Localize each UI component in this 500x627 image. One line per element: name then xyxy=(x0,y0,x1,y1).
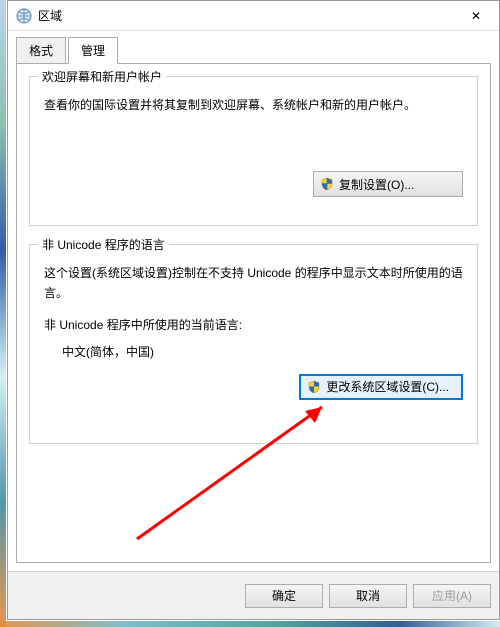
change-system-locale-label: 更改系统区域设置(C)... xyxy=(326,378,449,395)
background-bottom-strip xyxy=(0,621,500,627)
region-dialog: 区域 ✕ 格式 管理 欢迎屏幕和新用户帐户 查看你的国际设置并将其复制到欢迎屏幕… xyxy=(7,0,500,620)
tab-panel: 欢迎屏幕和新用户帐户 查看你的国际设置并将其复制到欢迎屏幕、系统帐户和新的用户帐… xyxy=(16,64,491,563)
apply-label: 应用(A) xyxy=(432,587,472,604)
current-language-value: 中文(简体，中国) xyxy=(62,343,463,360)
titlebar: 区域 ✕ xyxy=(8,1,499,31)
cancel-label: 取消 xyxy=(356,587,380,604)
welcome-screen-group-label: 欢迎屏幕和新用户帐户 xyxy=(38,68,166,85)
non-unicode-desc: 这个设置(系统区域设置)控制在不支持 Unicode 的程序中显示文本时所使用的… xyxy=(44,263,463,304)
current-language-label: 非 Unicode 程序中所使用的当前语言: xyxy=(44,316,463,333)
window-title: 区域 xyxy=(38,7,453,24)
dialog-button-bar: 确定 取消 应用(A) xyxy=(8,571,499,619)
tab-administrative[interactable]: 管理 xyxy=(68,37,118,64)
tab-format[interactable]: 格式 xyxy=(16,37,66,64)
tab-format-label: 格式 xyxy=(29,44,53,58)
ok-button[interactable]: 确定 xyxy=(245,584,323,608)
shield-icon xyxy=(320,177,334,191)
welcome-screen-desc: 查看你的国际设置并将其复制到欢迎屏幕、系统帐户和新的用户帐户。 xyxy=(44,95,463,115)
globe-icon xyxy=(16,8,32,24)
change-system-locale-button[interactable]: 更改系统区域设置(C)... xyxy=(299,374,463,400)
copy-settings-label: 复制设置(O)... xyxy=(339,176,414,193)
tabstrip: 格式 管理 xyxy=(16,37,491,64)
non-unicode-group-label: 非 Unicode 程序的语言 xyxy=(38,236,169,253)
copy-settings-button[interactable]: 复制设置(O)... xyxy=(313,171,463,197)
cancel-button[interactable]: 取消 xyxy=(329,584,407,608)
ok-label: 确定 xyxy=(272,587,296,604)
close-button[interactable]: ✕ xyxy=(453,1,499,31)
apply-button[interactable]: 应用(A) xyxy=(413,584,491,608)
welcome-screen-group: 欢迎屏幕和新用户帐户 查看你的国际设置并将其复制到欢迎屏幕、系统帐户和新的用户帐… xyxy=(29,76,478,226)
non-unicode-group: 非 Unicode 程序的语言 这个设置(系统区域设置)控制在不支持 Unico… xyxy=(29,244,478,444)
close-icon: ✕ xyxy=(471,9,481,23)
background-left-strip xyxy=(0,0,6,627)
tab-administrative-label: 管理 xyxy=(81,44,105,58)
shield-icon xyxy=(307,380,321,394)
